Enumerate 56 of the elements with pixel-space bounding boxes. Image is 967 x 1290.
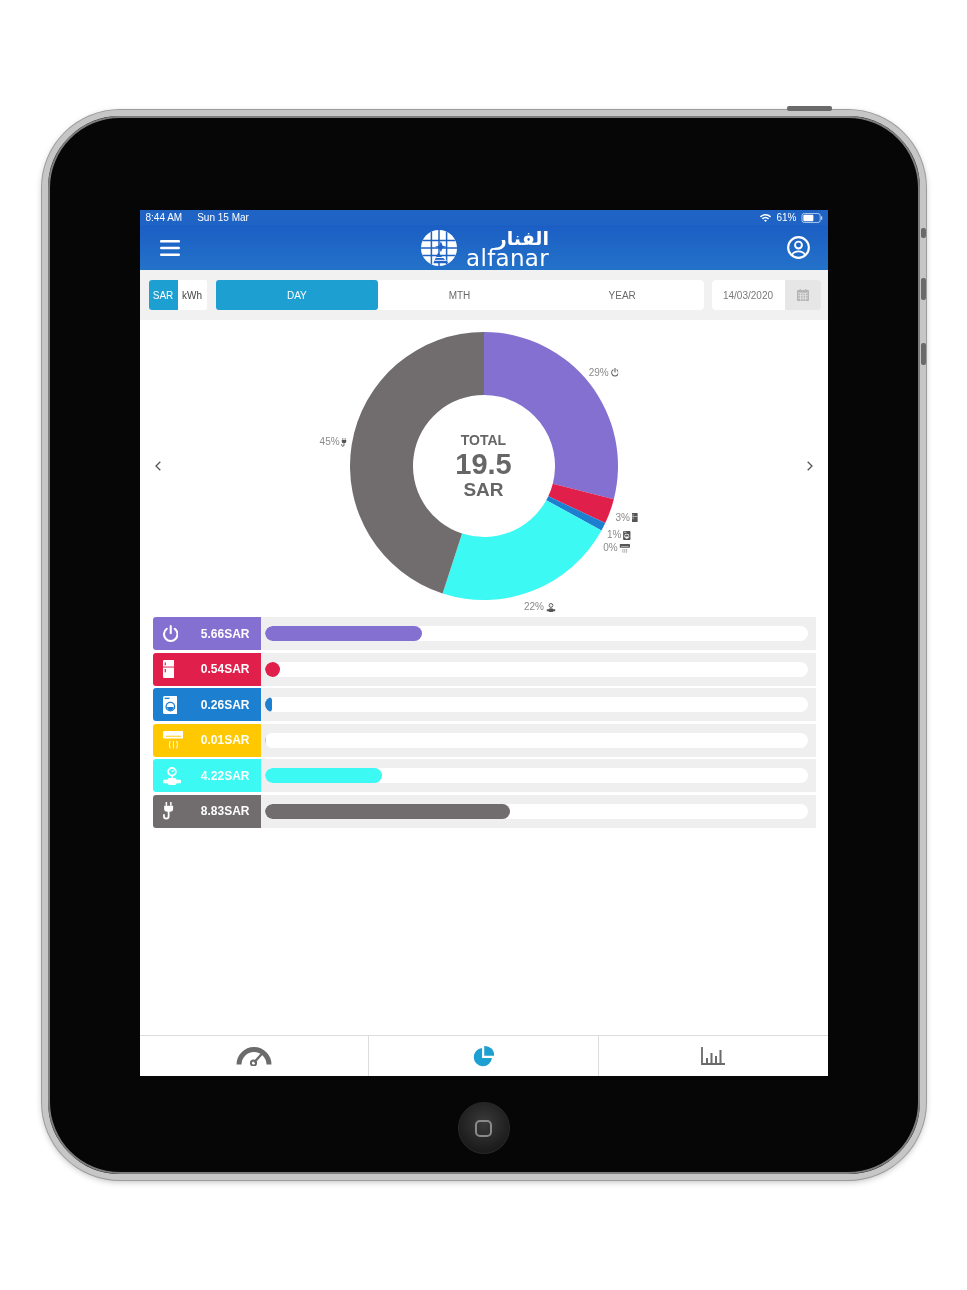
cost-value: 0.54SAR <box>200 662 250 677</box>
speedometer-icon <box>235 1046 272 1066</box>
unit-toggle-option[interactable]: SAR <box>148 280 178 310</box>
bar-chart-icon <box>701 1047 726 1065</box>
period-tab[interactable]: MTH <box>378 280 541 310</box>
period-tab[interactable]: YEAR <box>540 280 704 310</box>
menu-button[interactable] <box>159 239 180 256</box>
percent-label: 45% <box>319 437 340 448</box>
calendar-icon <box>796 289 809 301</box>
cost-value: 5.66SAR <box>200 626 250 641</box>
hardware-button[interactable] <box>920 278 926 300</box>
logo-wordmark: alfanar <box>466 247 549 268</box>
power-icon <box>610 368 619 378</box>
washing-machine-icon <box>623 530 631 540</box>
wifi-icon <box>759 213 773 222</box>
plug-icon <box>341 437 348 447</box>
hardware-button[interactable] <box>920 228 926 238</box>
percent-label: 0% <box>603 543 618 553</box>
battery-percent: 61% <box>776 212 797 223</box>
percent-label: 22% <box>524 602 544 613</box>
air-conditioner-icon <box>619 543 631 553</box>
chevron-right-icon <box>806 461 813 471</box>
cost-value: 4.22SAR <box>200 768 250 783</box>
rounded-square-icon <box>475 1119 492 1137</box>
cost-value: 0.26SAR <box>200 697 250 712</box>
status-date: Sun 15 Mar <box>197 212 249 223</box>
hardware-button[interactable] <box>786 106 832 111</box>
period-tab[interactable]: DAY <box>215 280 379 310</box>
cost-value: 0.01SAR <box>200 733 250 748</box>
calendar-button[interactable] <box>784 280 821 310</box>
fridge-icon <box>162 660 174 679</box>
status-time: 8:44 AM <box>145 212 183 223</box>
percent-label: 1% <box>607 530 622 540</box>
menu-icon <box>159 239 180 256</box>
total-unit: SAR <box>463 479 504 500</box>
user-profile-icon <box>786 236 810 259</box>
air-conditioner-icon <box>162 731 184 750</box>
hardware-button[interactable] <box>920 343 926 365</box>
chevron-left-icon <box>154 461 161 471</box>
logo-arabic-text: الفنار <box>495 227 549 248</box>
total-value: 19.5 <box>455 449 512 479</box>
profile-button[interactable] <box>786 236 810 259</box>
pipe-gauge-icon <box>546 602 555 612</box>
power-icon <box>162 624 178 643</box>
logo-emblem-icon <box>420 228 459 267</box>
fridge-icon <box>631 513 638 522</box>
battery-icon <box>800 212 823 223</box>
cost-value: 8.83SAR <box>200 804 250 819</box>
pie-chart-icon <box>472 1044 495 1068</box>
total-label: TOTAL <box>460 432 507 449</box>
percent-label: 29% <box>588 367 609 378</box>
plug-icon <box>162 802 174 821</box>
date-field[interactable]: 14/03/2020 <box>711 280 785 310</box>
percent-label: 3% <box>615 512 630 523</box>
pipe-gauge-icon <box>162 766 181 785</box>
washing-machine-icon <box>162 695 178 714</box>
